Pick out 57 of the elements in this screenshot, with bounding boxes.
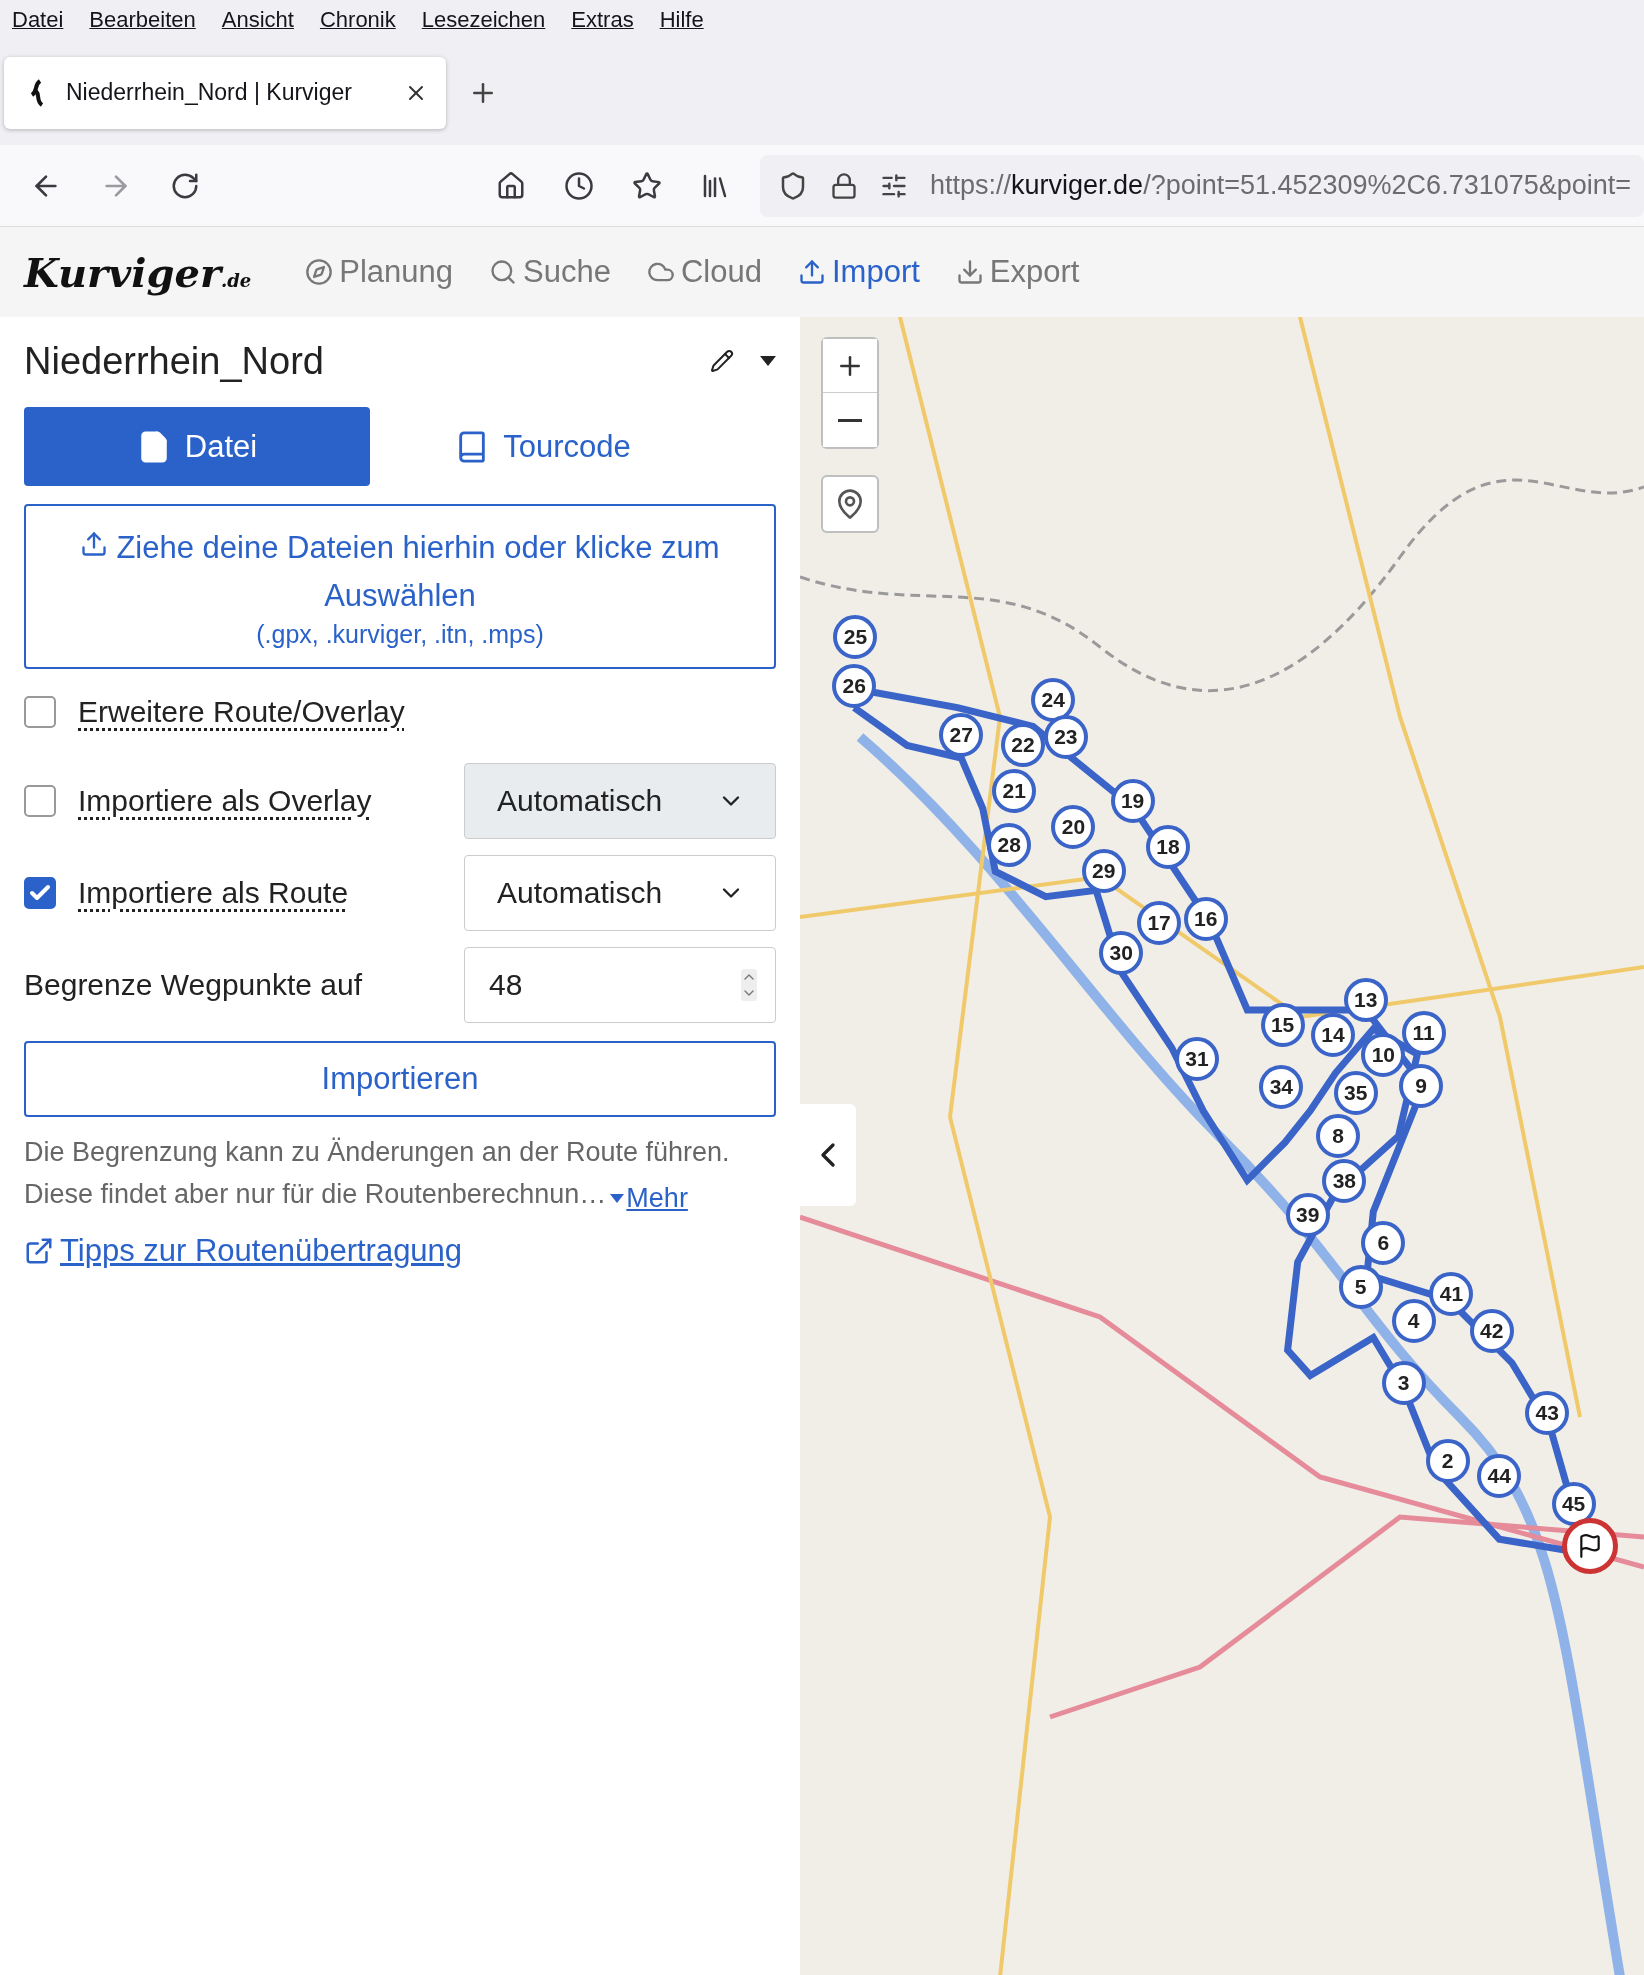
external-link-icon <box>24 1236 54 1266</box>
spinner-icon[interactable] <box>741 969 757 1001</box>
select-field[interactable]: Automatisch <box>464 855 776 931</box>
menu-item[interactable]: Extras <box>571 7 634 33</box>
zoom-in-button[interactable] <box>823 339 877 393</box>
clock-icon[interactable] <box>564 170 594 201</box>
tab[interactable]: Tourcode <box>370 407 716 486</box>
dropzone-text: Ziehe deine Dateien hierhin oder klicke zum Auswählen <box>66 524 734 620</box>
logo[interactable]: Kurviger.de <box>24 248 252 296</box>
file-formats: (.gpx, .kurviger, .itn, .mps) <box>256 620 544 649</box>
menu-item[interactable]: Bearbeiten <box>89 7 196 33</box>
note-text: Diese findet aber nur für die Routenberechnun… <box>24 1178 607 1211</box>
home-icon[interactable] <box>496 170 526 201</box>
map-drawing[interactable] <box>800 317 1644 1975</box>
minus-icon <box>838 418 862 422</box>
option-label[interactable]: Importiere als Overlay <box>78 784 464 818</box>
nav-link[interactable]: Import <box>798 254 920 290</box>
caret-icon[interactable] <box>760 356 776 366</box>
menu-item[interactable]: Ansicht <box>221 7 294 33</box>
menu-item[interactable]: Hilfe <box>659 7 704 33</box>
import-button[interactable]: Importieren <box>24 1041 776 1117</box>
number-field[interactable]: 48 <box>464 947 776 1023</box>
menu-item[interactable]: Lesezeichen <box>421 7 546 33</box>
more-link[interactable]: Mehr <box>610 1183 688 1214</box>
browser-tab[interactable]: Niederrhein_Nord | Kurviger <box>4 56 446 129</box>
upload-icon <box>798 258 826 286</box>
download-icon <box>955 258 984 286</box>
caret-icon <box>610 1194 625 1203</box>
nav-link[interactable]: Cloud <box>647 254 762 290</box>
option-label[interactable]: Importiere als Route <box>78 876 464 910</box>
checkbox[interactable] <box>24 785 56 817</box>
upload-icon <box>80 530 109 558</box>
option-label[interactable]: Erweitere Route/Overlay <box>78 695 776 729</box>
url-text: https://kurviger.de/?point=51.452309%2C6.731075&point= <box>930 170 1632 201</box>
pencil-icon[interactable] <box>710 349 734 373</box>
file-dropzone[interactable]: Ziehe deine Dateien hierhin oder klicke zum Auswählen (.gpx, .kurviger, .itn, .mps) <box>24 504 776 669</box>
sliders-icon <box>880 171 908 200</box>
nav-link[interactable]: Planung <box>305 254 454 290</box>
limit-label: Begrenze Wegpunkte auf <box>24 968 363 1002</box>
lock-icon <box>830 171 858 200</box>
nav-link[interactable]: Suche <box>489 254 611 290</box>
menu-item[interactable]: Datei <box>12 7 64 33</box>
tips-link[interactable]: Tipps zur Routenübertragung <box>24 1233 776 1269</box>
compass-icon <box>305 258 334 286</box>
select-field[interactable]: Automatisch <box>464 763 776 839</box>
checkbox[interactable] <box>24 696 56 728</box>
route-title: Niederrhein_Nord <box>24 339 325 383</box>
address-field[interactable]: https://kurviger.de/?point=51.452309%2C6.731075&point= <box>760 154 1644 217</box>
tab[interactable]: Datei <box>24 407 370 486</box>
flag-icon <box>1577 1532 1603 1559</box>
search-icon <box>489 258 518 286</box>
menu-item[interactable]: Chronik <box>319 7 396 33</box>
star-icon[interactable] <box>632 170 662 201</box>
checkbox[interactable] <box>24 877 56 909</box>
note-text: Die Begrenzung kann zu Änderungen an der Route führen. <box>24 1136 731 1169</box>
nav-link[interactable]: Export <box>955 254 1080 290</box>
locate-button[interactable] <box>821 475 879 533</box>
